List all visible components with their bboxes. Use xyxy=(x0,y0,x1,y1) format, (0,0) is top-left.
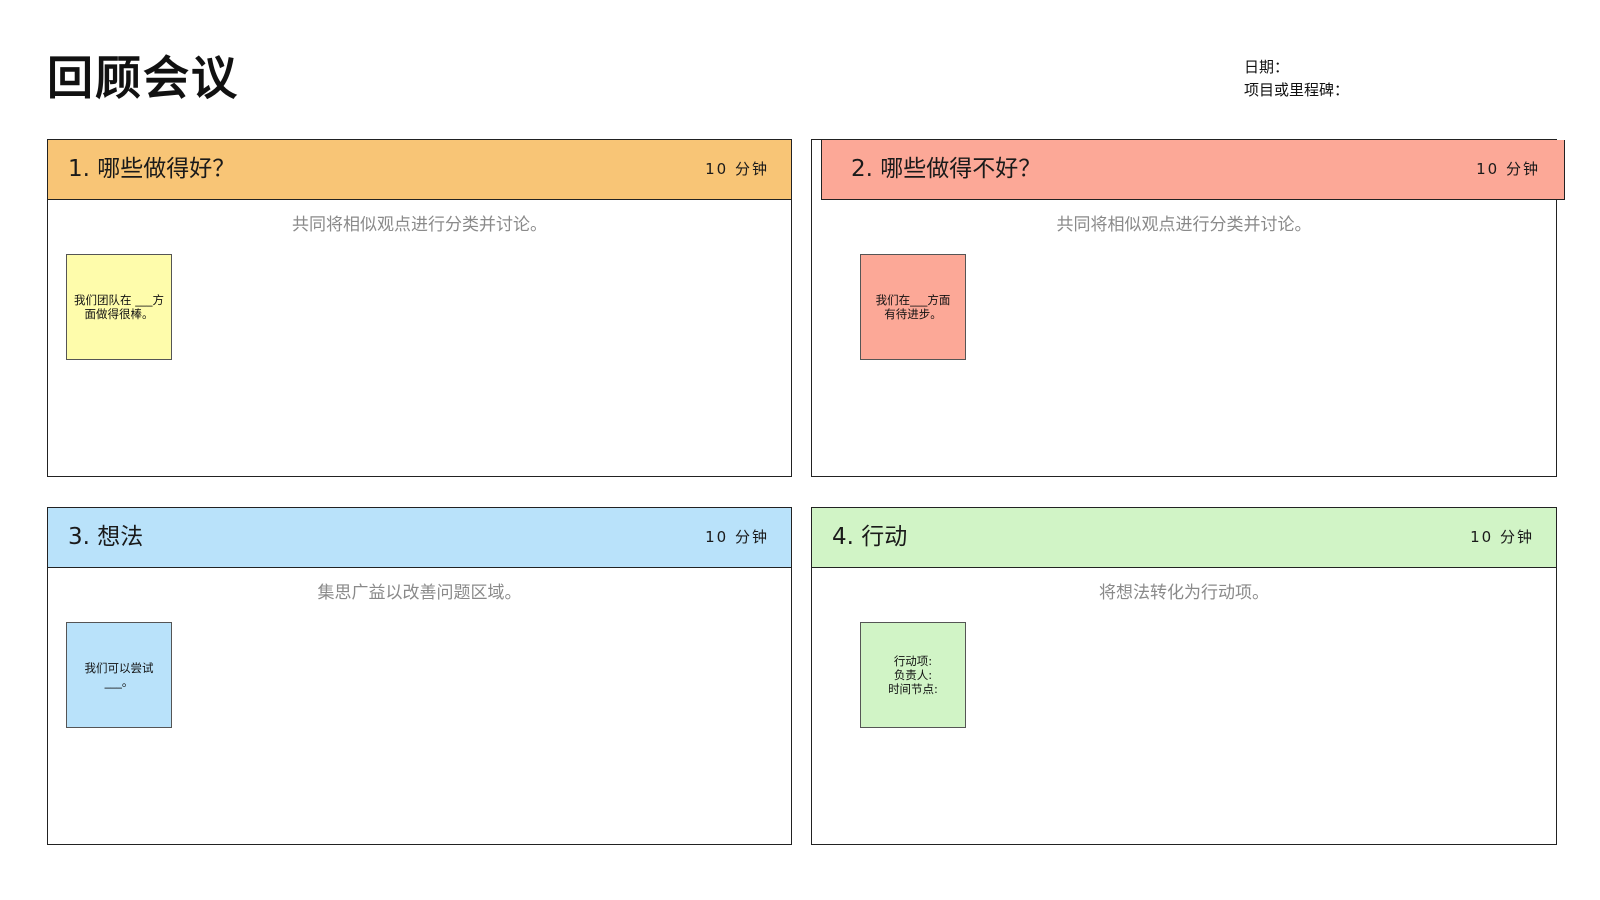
panel-timer: 10 分钟 xyxy=(705,160,769,178)
sticky-note-text: 我们可以尝试 ___。 xyxy=(84,661,154,689)
panel-title: 4. 行动 xyxy=(832,524,908,550)
panel-title: 3. 想法 xyxy=(68,524,144,550)
sticky-note[interactable]: 我们可以尝试 ___。 xyxy=(66,622,172,728)
panel-went-well: 1. 哪些做得好？ 10 分钟 共同将相似观点进行分类并讨论。 我们团队在 __… xyxy=(47,139,792,477)
panel-header: 1. 哪些做得好？ 10 分钟 xyxy=(48,140,791,200)
sticky-note[interactable]: 行动项: 负责人: 时间节点: xyxy=(860,622,966,728)
page-title: 回顾会议 xyxy=(47,51,239,105)
panel-header: 3. 想法 10 分钟 xyxy=(48,508,791,568)
panel-timer: 10 分钟 xyxy=(705,528,769,546)
sticky-note-text: 我们团队在 ___方 面做得很棒。 xyxy=(74,293,164,321)
panel-hint: 共同将相似观点进行分类并讨论。 xyxy=(1056,215,1312,235)
panel-hint: 集思广益以改善问题区域。 xyxy=(317,583,522,603)
sticky-note-text: 我们在___方面 有待进步。 xyxy=(875,293,951,321)
panel-hint: 将想法转化为行动项。 xyxy=(1099,583,1269,603)
date-label[interactable]: 日期： xyxy=(1244,56,1349,79)
sticky-note[interactable]: 我们团队在 ___方 面做得很棒。 xyxy=(66,254,172,360)
panel-went-wrong: 2. 哪些做得不好？ 10 分钟 共同将相似观点进行分类并讨论。 我们在___方… xyxy=(811,139,1565,477)
meta-info: 日期： 项目或里程碑： xyxy=(1244,56,1349,102)
panel-actions: 4. 行动 10 分钟 将想法转化为行动项。 行动项: 负责人: 时间节点: xyxy=(811,507,1557,845)
sticky-note-text: 行动项: 负责人: 时间节点: xyxy=(888,654,938,696)
panel-timer: 10 分钟 xyxy=(1476,160,1540,178)
panel-header: 4. 行动 10 分钟 xyxy=(812,508,1556,568)
panel-title: 1. 哪些做得好？ xyxy=(68,156,236,182)
project-label[interactable]: 项目或里程碑： xyxy=(1244,79,1349,102)
panel-header: 2. 哪些做得不好？ 10 分钟 xyxy=(821,140,1565,200)
panel-timer: 10 分钟 xyxy=(1470,528,1534,546)
panel-title: 2. 哪些做得不好？ xyxy=(851,156,1042,182)
sticky-note[interactable]: 我们在___方面 有待进步。 xyxy=(860,254,966,360)
panel-ideas: 3. 想法 10 分钟 集思广益以改善问题区域。 我们可以尝试 ___。 xyxy=(47,507,792,845)
panel-hint: 共同将相似观点进行分类并讨论。 xyxy=(292,215,547,235)
